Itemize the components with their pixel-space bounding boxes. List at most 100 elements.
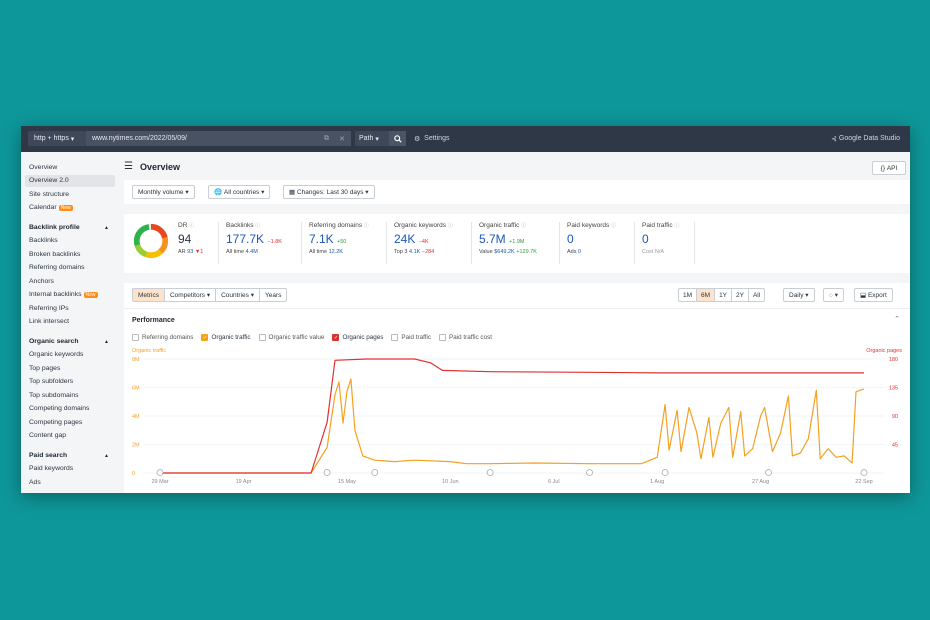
menu-icon[interactable]: ☰ [124,161,133,172]
sidebar-section-organic-search[interactable]: Organic search ▲ [25,336,115,348]
sidebar-item-overview-2[interactable]: Overview 2.0 [25,175,115,187]
search-button[interactable] [389,131,406,146]
annotation-marker [661,469,669,476]
path-select[interactable]: Path ▾ [355,131,389,146]
sidebar-item-competing-pages[interactable]: Competing pages [25,417,115,429]
export-icon: ⬓ [860,292,867,299]
sidebar-item-organic-keywords[interactable]: Organic keywords [25,349,115,361]
sidebar-item-top-subfolders[interactable]: Top subfolders [25,376,115,388]
sidebar-item-overview[interactable]: Overview [25,162,115,174]
legend-paid-traffic[interactable]: Paid traffic [391,334,431,341]
metric-sub-label: AR [178,249,186,255]
sidebar-item-ads[interactable]: Ads [25,477,115,489]
metric-dr[interactable]: DR ⓘ 94 AR 93 ▼1 [178,222,203,255]
annotations-button[interactable]: ◌ ▾ [823,288,844,302]
sidebar-item-site-structure[interactable]: Site structure [25,189,115,201]
changes-dropdown[interactable]: ▦ Changes: Last 30 days ▾ [283,185,375,199]
metric-sub-delta: 1 [200,249,204,255]
checkbox-icon [391,334,399,341]
sidebar-item-content-gap[interactable]: Content gap [25,430,115,442]
clear-icon[interactable]: ✕ [339,135,345,143]
legend-paid-traffic-cost[interactable]: Paid traffic cost [439,334,492,341]
y-tick-left: 2M [132,443,140,449]
legend-organic-pages[interactable]: ✓ Organic pages [332,334,383,341]
url-input[interactable]: www.nytimes.com/2022/05/09/ ⧉ ✕ [86,131,351,146]
sidebar-item-internal-backlinks[interactable]: Internal backlinks New [25,289,115,301]
sidebar-item-broken-backlinks[interactable]: Broken backlinks [25,249,115,261]
sidebar-item-calendar[interactable]: Calendar New [25,202,115,214]
range-all[interactable]: All [749,289,764,301]
range-2y[interactable]: 2Y [732,289,749,301]
metric-label: Organic keywords [394,222,447,229]
export-button[interactable]: ⬓ Export [854,288,893,302]
metric-paid-keywords[interactable]: Paid keywords ⓘ 0 Ads 0 [567,222,616,255]
api-button[interactable]: {} API [872,161,906,175]
interval-dropdown[interactable]: Daily ▾ [783,288,815,302]
metric-backlinks[interactable]: Backlinks ⓘ 177.7K −1.8K All time 4.4M [226,222,282,255]
range-1y[interactable]: 1Y [715,289,733,301]
metric-value: 24K [394,232,416,246]
legend-referring-domains[interactable]: Referring domains [132,334,193,341]
divider [471,222,472,264]
sidebar-item-referring-ips[interactable]: Referring IPs [25,303,115,315]
checkbox-icon [439,334,447,341]
metric-paid-traffic[interactable]: Paid traffic ⓘ 0 Cost N/A [642,222,679,255]
metric-sub-delta: +129.7K [516,249,537,255]
volume-label: Monthly volume [138,188,184,196]
info-icon: ⓘ [363,223,369,229]
metric-label: Organic traffic [479,222,520,229]
chevron-up-icon: ▲ [104,453,109,459]
x-tick-label: 15 May [338,479,356,485]
metric-value: 7.1K [309,232,334,246]
y-tick-left: 8M [132,357,140,363]
chart-tabs: Metrics Competitors ▾ Countries ▾ Years [132,288,288,302]
metric-sub-label: Value [479,249,493,255]
sidebar-item-backlinks[interactable]: Backlinks [25,235,115,247]
tab-competitors[interactable]: Competitors ▾ [165,289,217,301]
divider [218,222,219,264]
x-tick-label: 22 Sep [855,479,872,485]
range-6m[interactable]: 6M [697,289,716,301]
protocol-select[interactable]: http + https ▾ [28,131,86,146]
tab-metrics[interactable]: Metrics [133,289,165,301]
sidebar-item-link-intersect[interactable]: Link intersect [25,316,115,328]
metric-organic-traffic[interactable]: Organic traffic ⓘ 5.7M +1.9M Value $649.… [479,222,537,255]
sidebar-item-top-subdomains[interactable]: Top subdomains [25,390,115,402]
sidebar-item-paid-keywords[interactable]: Paid keywords [25,463,115,475]
metric-sub-label: All time [226,249,245,255]
sidebar-item-label: Overview [29,164,58,171]
metric-value: 177.7K [226,232,265,246]
chevron-up-icon[interactable]: ⌃ [894,315,900,323]
sidebar-item-competing-domains[interactable]: Competing domains [25,403,115,415]
sidebar: Overview Overview 2.0 Site structure Cal… [21,152,119,493]
tab-years[interactable]: Years [260,289,286,301]
sidebar-item-anchors[interactable]: Anchors [25,276,115,288]
performance-card: Metrics Competitors ▾ Countries ▾ Years … [124,283,910,493]
sidebar-section-backlink-profile[interactable]: Backlink profile ▲ [25,222,115,234]
metric-delta: −1.8K [267,239,282,245]
legend-label: Paid traffic [401,334,432,341]
tab-countries[interactable]: Countries ▾ [216,289,260,301]
sidebar-item-referring-domains[interactable]: Referring domains [25,262,115,274]
sidebar-section-paid-search[interactable]: Paid search ▲ [25,450,115,462]
y-tick-right: 45 [892,443,898,449]
info-icon: ⓘ [255,223,261,229]
metric-sub-label: All time [309,249,328,255]
sidebar-item-top-pages[interactable]: Top pages [25,363,115,375]
legend-organic-traffic[interactable]: ✓ Organic traffic [201,334,251,341]
legend-organic-traffic-value[interactable]: Organic traffic value [258,334,324,341]
countries-dropdown[interactable]: 🌐 All countries ▾ [208,185,271,199]
settings-button[interactable]: ⚙ Settings [414,131,449,146]
metric-organic-keywords[interactable]: Organic keywords ⓘ 24K −4K Top 3 4.1K −2… [394,222,453,255]
metric-label: Backlinks [226,222,254,229]
range-1m[interactable]: 1M [679,289,698,301]
google-data-studio-link[interactable]: ⊰ Google Data Studio [831,131,900,146]
external-link-icon[interactable]: ⧉ [324,135,329,143]
volume-dropdown[interactable]: Monthly volume ▾ [132,185,195,199]
sidebar-section-label: Organic search [29,338,79,345]
countries-label: All countries [223,188,260,196]
series-line-organic-traffic [160,378,865,474]
metric-referring-domains[interactable]: Referring domains ⓘ 7.1K +50 All time 12… [309,222,369,255]
filter-bar: Monthly volume ▾ 🌐 All countries ▾ ▦ Cha… [124,180,910,204]
metric-sub-label: Ads [567,249,577,255]
